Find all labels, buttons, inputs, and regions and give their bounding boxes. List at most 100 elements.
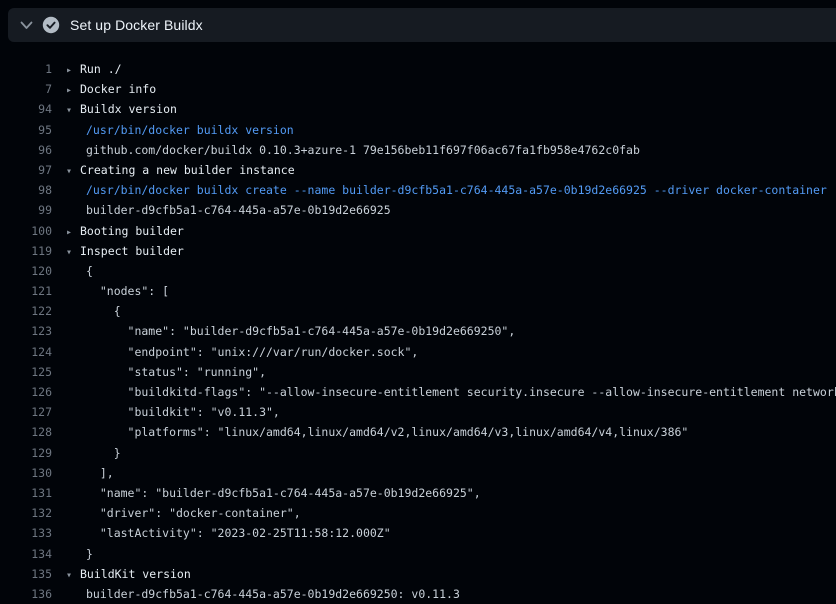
log-group-header[interactable]: ▸Run ./ xyxy=(52,59,122,79)
line-number[interactable]: 129 xyxy=(0,443,52,463)
log-output-text: "status": "running", xyxy=(52,362,266,382)
step-header[interactable]: Set up Docker Buildx xyxy=(8,8,836,42)
chevron-down-icon: ▾ xyxy=(66,101,80,121)
line-number[interactable]: 124 xyxy=(0,342,52,362)
log-output-text: ], xyxy=(52,463,114,483)
log-output-text: { xyxy=(52,301,121,321)
log-line: 1▸Run ./ xyxy=(0,59,836,79)
log-output-text: builder-d9cfb5a1-c764-445a-a57e-0b19d2e6… xyxy=(52,584,460,604)
log-line: 121 "nodes": [ xyxy=(0,281,836,301)
log-group-header[interactable]: ▾BuildKit version xyxy=(52,564,191,584)
log-line: 135▾BuildKit version xyxy=(0,564,836,584)
log-line: 133 "lastActivity": "2023-02-25T11:58:12… xyxy=(0,523,836,543)
log-line: 100▸Booting builder xyxy=(0,221,836,241)
line-number[interactable]: 122 xyxy=(0,301,52,321)
line-number[interactable]: 136 xyxy=(0,584,52,604)
log-line: 130 ], xyxy=(0,463,836,483)
line-number[interactable]: 130 xyxy=(0,463,52,483)
log-line: 94▾Buildx version xyxy=(0,99,836,119)
log-line: 126 "buildkitd-flags": "--allow-insecure… xyxy=(0,382,836,402)
log-line: 129 } xyxy=(0,443,836,463)
line-number[interactable]: 97 xyxy=(0,160,52,180)
line-number[interactable]: 133 xyxy=(0,523,52,543)
log-output-text: "platforms": "linux/amd64,linux/amd64/v2… xyxy=(52,422,688,442)
log-output-text: github.com/docker/buildx 0.10.3+azure-1 … xyxy=(52,140,640,160)
line-number[interactable]: 95 xyxy=(0,120,52,140)
log-line: 122 { xyxy=(0,301,836,321)
log-line: 128 "platforms": "linux/amd64,linux/amd6… xyxy=(0,422,836,442)
line-number[interactable]: 126 xyxy=(0,382,52,402)
log-line: 96github.com/docker/buildx 0.10.3+azure-… xyxy=(0,140,836,160)
line-number[interactable]: 100 xyxy=(0,221,52,241)
log-group-title: Buildx version xyxy=(80,102,177,116)
log-group-title: Inspect builder xyxy=(80,244,184,258)
log-output-text: "name": "builder-d9cfb5a1-c764-445a-a57e… xyxy=(52,483,481,503)
check-circle-icon xyxy=(42,16,60,34)
chevron-right-icon: ▸ xyxy=(66,223,80,243)
log-line: 124 "endpoint": "unix:///var/run/docker.… xyxy=(0,342,836,362)
log-group-header[interactable]: ▸Docker info xyxy=(52,79,156,99)
log-group-title: BuildKit version xyxy=(80,567,191,581)
log-line: 132 "driver": "docker-container", xyxy=(0,503,836,523)
chevron-down-icon: ▾ xyxy=(66,162,80,182)
log-output-text: "driver": "docker-container", xyxy=(52,503,301,523)
chevron-right-icon: ▸ xyxy=(66,81,80,101)
line-number[interactable]: 98 xyxy=(0,180,52,200)
log-line: 97▾Creating a new builder instance xyxy=(0,160,836,180)
log-group-title: Docker info xyxy=(80,82,156,96)
line-number[interactable]: 96 xyxy=(0,140,52,160)
log-line: 127 "buildkit": "v0.11.3", xyxy=(0,402,836,422)
chevron-down-icon xyxy=(19,18,33,32)
log-line: 99builder-d9cfb5a1-c764-445a-a57e-0b19d2… xyxy=(0,200,836,220)
log-command-text: /usr/bin/docker buildx create --name bui… xyxy=(52,180,827,200)
log-output-text: "lastActivity": "2023-02-25T11:58:12.000… xyxy=(52,523,391,543)
chevron-down-icon: ▾ xyxy=(66,243,80,263)
log-output-text: } xyxy=(52,443,121,463)
log-group-header[interactable]: ▾Inspect builder xyxy=(52,241,184,261)
log-line: 120{ xyxy=(0,261,836,281)
log-line: 7▸Docker info xyxy=(0,79,836,99)
line-number[interactable]: 121 xyxy=(0,281,52,301)
log-group-title: Creating a new builder instance xyxy=(80,163,295,177)
line-number[interactable]: 131 xyxy=(0,483,52,503)
log-line: 123 "name": "builder-d9cfb5a1-c764-445a-… xyxy=(0,321,836,341)
log-command-text: /usr/bin/docker buildx version xyxy=(52,120,294,140)
chevron-right-icon: ▸ xyxy=(66,61,80,81)
line-number[interactable]: 125 xyxy=(0,362,52,382)
line-number[interactable]: 128 xyxy=(0,422,52,442)
log-output-text: builder-d9cfb5a1-c764-445a-a57e-0b19d2e6… xyxy=(52,200,391,220)
line-number[interactable]: 7 xyxy=(0,79,52,99)
line-number[interactable]: 123 xyxy=(0,321,52,341)
log-output-text: "endpoint": "unix:///var/run/docker.sock… xyxy=(52,342,418,362)
log-line: 134} xyxy=(0,544,836,564)
log-group-header[interactable]: ▸Booting builder xyxy=(52,221,184,241)
log-output-text: { xyxy=(52,261,93,281)
log-line: 98/usr/bin/docker buildx create --name b… xyxy=(0,180,836,200)
log-line: 125 "status": "running", xyxy=(0,362,836,382)
log-group-header[interactable]: ▾Buildx version xyxy=(52,99,177,119)
line-number[interactable]: 132 xyxy=(0,503,52,523)
log-viewer: 1▸Run ./7▸Docker info94▾Buildx version95… xyxy=(0,59,836,604)
line-number[interactable]: 99 xyxy=(0,200,52,220)
log-group-title: Run ./ xyxy=(80,62,122,76)
log-group-title: Booting builder xyxy=(80,224,184,238)
log-output-text: "buildkit": "v0.11.3", xyxy=(52,402,280,422)
chevron-down-icon: ▾ xyxy=(66,566,80,586)
line-number[interactable]: 134 xyxy=(0,544,52,564)
log-group-header[interactable]: ▾Creating a new builder instance xyxy=(52,160,295,180)
log-line: 136builder-d9cfb5a1-c764-445a-a57e-0b19d… xyxy=(0,584,836,604)
log-line: 95/usr/bin/docker buildx version xyxy=(0,120,836,140)
log-line: 131 "name": "builder-d9cfb5a1-c764-445a-… xyxy=(0,483,836,503)
line-number[interactable]: 127 xyxy=(0,402,52,422)
line-number[interactable]: 135 xyxy=(0,564,52,584)
log-line: 119▾Inspect builder xyxy=(0,241,836,261)
step-title: Set up Docker Buildx xyxy=(70,17,203,33)
line-number[interactable]: 1 xyxy=(0,59,52,79)
line-number[interactable]: 119 xyxy=(0,241,52,261)
log-output-text: "nodes": [ xyxy=(52,281,169,301)
log-output-text: } xyxy=(52,544,93,564)
line-number[interactable]: 94 xyxy=(0,99,52,119)
log-output-text: "name": "builder-d9cfb5a1-c764-445a-a57e… xyxy=(52,321,515,341)
log-output-text: "buildkitd-flags": "--allow-insecure-ent… xyxy=(52,382,836,402)
line-number[interactable]: 120 xyxy=(0,261,52,281)
